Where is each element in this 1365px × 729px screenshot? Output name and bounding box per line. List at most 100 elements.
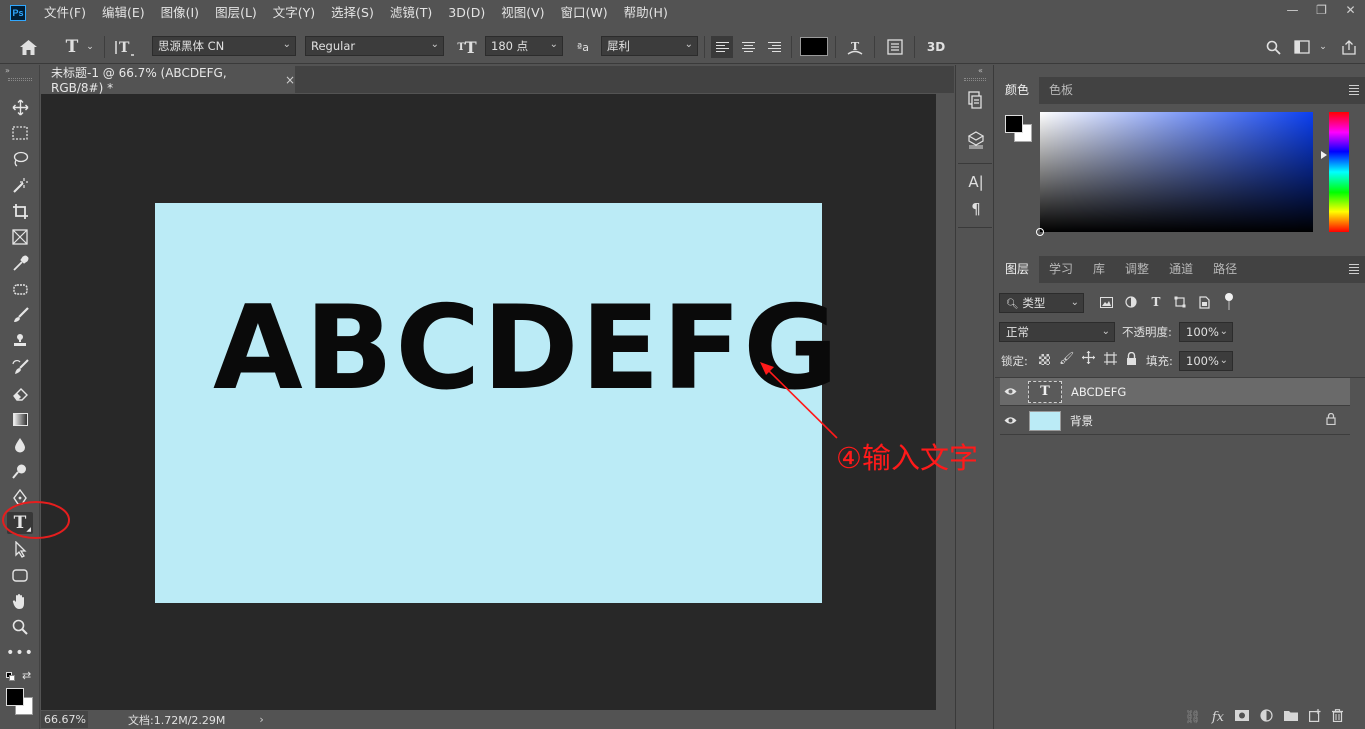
home-icon[interactable] [18, 37, 38, 57]
zoom-level-field[interactable]: 66.67% [41, 711, 88, 728]
dodge-tool-icon[interactable] [7, 460, 33, 482]
character-panel-icon[interactable]: A| [965, 171, 987, 193]
layer-name[interactable]: 背景 [1070, 413, 1093, 429]
swap-colors-icon[interactable]: ⇄ [22, 669, 31, 682]
tab-channels[interactable]: 通道 [1159, 256, 1203, 283]
align-left-button[interactable] [711, 36, 733, 58]
paragraph-panel-icon[interactable]: ¶ [965, 198, 987, 220]
rectangle-tool-icon[interactable] [7, 564, 33, 586]
menu-image[interactable]: 图像(I) [153, 0, 207, 25]
lock-position-icon[interactable] [1082, 351, 1095, 367]
menu-help[interactable]: 帮助(H) [616, 0, 676, 25]
canvas-workspace[interactable]: ABCDEFG [41, 94, 936, 710]
vertical-scrollbar[interactable] [936, 94, 954, 710]
font-size-select[interactable]: 180 点 ⌄ [485, 36, 563, 56]
font-family-select[interactable]: 思源黑体 CN ⌄ [152, 36, 296, 56]
status-menu-arrow[interactable]: › [259, 713, 263, 726]
layer-filter-select[interactable]: 🔍︎ 类型 ⌄ [999, 293, 1084, 313]
layer-row[interactable]: 背景 [1000, 407, 1350, 435]
opacity-field[interactable]: 100% ⌄ [1179, 322, 1233, 342]
3d-panel-icon[interactable] [965, 129, 987, 151]
tab-paths[interactable]: 路径 [1203, 256, 1247, 283]
more-tools-icon[interactable]: ••• [6, 642, 33, 664]
marquee-tool-icon[interactable] [7, 122, 33, 144]
new-group-icon[interactable] [1284, 710, 1298, 725]
menu-type[interactable]: 文字(Y) [265, 0, 323, 25]
layer-row[interactable]: T ABCDEFG [1000, 378, 1350, 406]
minimize-button[interactable]: — [1278, 0, 1307, 20]
filter-toggle-icon[interactable] [1225, 293, 1233, 311]
tab-swatches[interactable]: 色板 [1039, 77, 1083, 104]
blend-mode-select[interactable]: 正常 ⌄ [999, 322, 1115, 342]
tab-color[interactable]: 颜色 [995, 77, 1040, 104]
eyedropper-tool-icon[interactable] [7, 252, 33, 274]
filter-shape-layers-icon[interactable] [1172, 294, 1188, 310]
hand-tool-icon[interactable] [7, 590, 33, 612]
foreground-color-swatch[interactable] [1005, 115, 1023, 133]
toolbar-grip[interactable] [8, 78, 32, 81]
panel-menu-icon[interactable] [1349, 85, 1359, 95]
lasso-tool-icon[interactable] [7, 148, 33, 170]
gradient-tool-icon[interactable] [7, 408, 33, 430]
link-layers-icon[interactable]: ⛓︎ [1184, 710, 1201, 725]
zoom-tool-icon[interactable] [7, 616, 33, 638]
frame-tool-icon[interactable] [7, 226, 33, 248]
chevron-down-icon[interactable]: ⌄ [1318, 38, 1328, 56]
layer-style-icon[interactable]: fx [1212, 710, 1224, 725]
font-style-select[interactable]: Regular ⌄ [305, 36, 444, 56]
lock-image-pixels-icon[interactable]: 🖌︎ [1059, 351, 1074, 365]
menu-window[interactable]: 窗口(W) [553, 0, 616, 25]
align-right-button[interactable] [763, 36, 785, 58]
document-tab[interactable]: 未标题-1 @ 66.7% (ABCDEFG, RGB/8#) * × [41, 66, 295, 95]
tab-layers[interactable]: 图层 [995, 256, 1040, 283]
path-selection-tool-icon[interactable] [7, 538, 33, 560]
menu-select[interactable]: 选择(S) [323, 0, 382, 25]
history-brush-tool-icon[interactable] [7, 356, 33, 378]
filter-smart-objects-icon[interactable] [1196, 294, 1212, 310]
warp-text-icon[interactable]: T [844, 36, 866, 58]
share-icon[interactable] [1339, 37, 1359, 57]
move-tool-icon[interactable] [7, 96, 33, 118]
tab-adjustments[interactable]: 调整 [1115, 256, 1159, 283]
canvas-text-layer[interactable]: ABCDEFG [213, 291, 840, 407]
anti-alias-select[interactable]: 犀利 ⌄ [601, 36, 698, 56]
tab-learn[interactable]: 学习 [1039, 256, 1083, 283]
blur-tool-icon[interactable] [7, 434, 33, 456]
crop-tool-icon[interactable] [7, 200, 33, 222]
3d-button[interactable]: 3D [925, 37, 947, 57]
restore-button[interactable]: ❐ [1307, 0, 1336, 20]
eraser-tool-icon[interactable] [7, 382, 33, 404]
menu-3d[interactable]: 3D(D) [440, 0, 493, 25]
search-icon[interactable] [1263, 37, 1283, 57]
menu-layer[interactable]: 图层(L) [207, 0, 265, 25]
filter-pixel-layers-icon[interactable] [1098, 294, 1114, 310]
menu-edit[interactable]: 编辑(E) [94, 0, 153, 25]
layer-name[interactable]: ABCDEFG [1071, 385, 1126, 399]
add-mask-icon[interactable] [1235, 709, 1249, 725]
chevron-down-icon[interactable]: ⌄ [85, 38, 95, 56]
close-tab-icon[interactable]: × [285, 73, 295, 87]
strip-grip[interactable] [964, 78, 986, 81]
menu-file[interactable]: 文件(F) [36, 0, 94, 25]
hue-slider[interactable] [1329, 112, 1349, 232]
align-center-button[interactable] [737, 36, 759, 58]
hue-slider-handle[interactable] [1321, 151, 1327, 159]
tab-libraries[interactable]: 库 [1083, 256, 1115, 283]
lock-artboard-icon[interactable] [1104, 352, 1117, 368]
text-orientation-icon[interactable]: T [114, 36, 136, 58]
filter-adjustment-layers-icon[interactable] [1123, 294, 1139, 310]
character-panel-icon[interactable] [884, 36, 906, 58]
panel-menu-icon[interactable] [1349, 264, 1359, 274]
new-adjustment-layer-icon[interactable] [1260, 708, 1273, 726]
pen-tool-icon[interactable] [7, 486, 33, 508]
menu-filter[interactable]: 滤镜(T) [382, 0, 440, 25]
visibility-eye-icon[interactable] [1000, 416, 1020, 425]
default-colors-icon[interactable] [6, 672, 15, 681]
new-layer-icon[interactable] [1309, 708, 1321, 726]
magic-wand-tool-icon[interactable] [7, 174, 33, 196]
history-panel-icon[interactable] [965, 89, 987, 111]
menu-view[interactable]: 视图(V) [493, 0, 552, 25]
fill-field[interactable]: 100% ⌄ [1179, 351, 1233, 371]
brush-tool-icon[interactable] [7, 304, 33, 326]
color-picker-handle[interactable] [1036, 228, 1044, 236]
